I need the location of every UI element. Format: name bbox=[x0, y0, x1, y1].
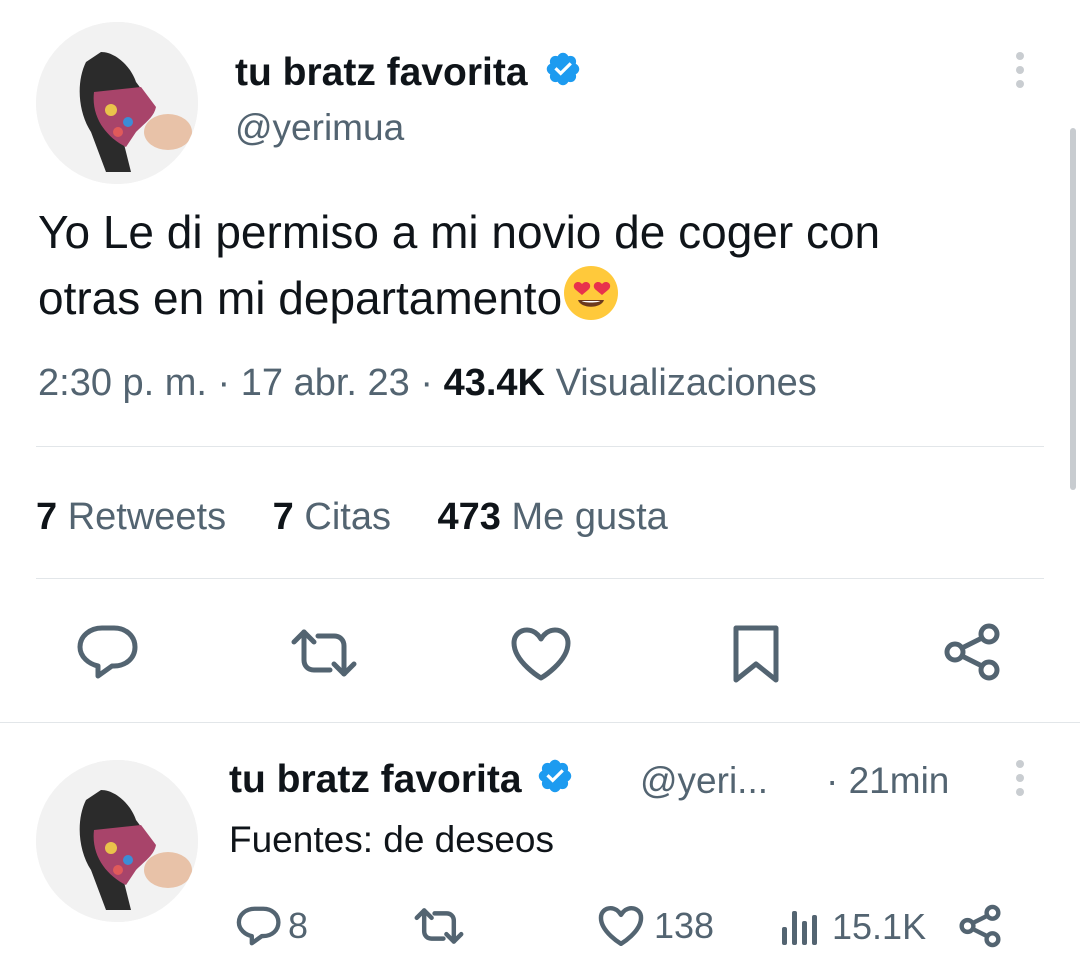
display-name[interactable]: tu bratz favorita bbox=[235, 50, 582, 99]
more-vertical-icon[interactable] bbox=[1014, 760, 1026, 796]
divider bbox=[36, 578, 1044, 579]
tweet-meta: 2:30 p. m. · 17 abr. 23 · 43.4K Visualiz… bbox=[38, 360, 817, 406]
retweets-stat[interactable]: 7 Retweets bbox=[36, 496, 226, 538]
separator: · bbox=[420, 362, 434, 404]
views-label[interactable]: Visualizaciones bbox=[556, 362, 817, 404]
tweet-date[interactable]: 17 abr. 23 bbox=[241, 362, 410, 404]
retweet-icon bbox=[413, 906, 465, 946]
handle[interactable]: @yerimua bbox=[235, 106, 404, 150]
like-button[interactable]: 138 bbox=[598, 905, 714, 947]
reply-display-name-text[interactable]: tu bratz favorita bbox=[229, 758, 522, 801]
share-icon[interactable] bbox=[958, 904, 1002, 948]
tweet-text-line-1: Yo Le di permiso a mi novio de coger con bbox=[38, 206, 881, 258]
divider bbox=[0, 722, 1080, 723]
reply-icon[interactable] bbox=[76, 622, 140, 682]
tweet-stats: 7 Retweets 7 Citas 473 Me gusta bbox=[36, 494, 704, 540]
views-button[interactable]: 15.1K bbox=[780, 906, 926, 948]
display-name-text[interactable]: tu bratz favorita bbox=[235, 51, 528, 94]
avatar[interactable] bbox=[36, 760, 198, 922]
retweets-count: 7 bbox=[36, 496, 58, 538]
divider bbox=[36, 446, 1044, 447]
quotes-stat[interactable]: 7 Citas bbox=[273, 496, 391, 538]
views-count: 43.4K bbox=[443, 362, 545, 404]
tweet-text-line-2-text: otras en mi departamento bbox=[38, 272, 563, 324]
reply-icon bbox=[236, 904, 282, 948]
retweet-button[interactable] bbox=[413, 906, 465, 946]
likes-count: 473 bbox=[437, 496, 501, 538]
views-bar-icon bbox=[780, 907, 822, 947]
bookmark-icon[interactable] bbox=[732, 624, 780, 684]
verified-badge-icon bbox=[536, 757, 574, 806]
reply-text: Fuentes: de deseos bbox=[229, 819, 554, 860]
tweet-time[interactable]: 2:30 p. m. bbox=[38, 362, 207, 404]
heart-icon[interactable] bbox=[510, 626, 572, 682]
reply-time[interactable]: · 21min bbox=[826, 759, 949, 803]
more-vertical-icon[interactable] bbox=[1014, 52, 1026, 88]
retweet-icon[interactable] bbox=[290, 626, 358, 680]
separator: · bbox=[217, 362, 231, 404]
reply-count-button[interactable]: 8 bbox=[236, 904, 308, 948]
quotes-count: 7 bbox=[272, 496, 294, 538]
like-count: 138 bbox=[654, 905, 715, 946]
retweets-label: Retweets bbox=[67, 496, 227, 538]
scrollbar[interactable] bbox=[1070, 128, 1076, 490]
verified-badge-icon bbox=[544, 50, 582, 99]
likes-stat[interactable]: 473 Me gusta bbox=[438, 496, 668, 538]
reply-handle[interactable]: @yeri... bbox=[640, 759, 768, 803]
reply-display-name[interactable]: tu bratz favorita bbox=[229, 757, 574, 806]
quotes-label: Citas bbox=[304, 496, 391, 538]
avatar[interactable] bbox=[36, 22, 198, 184]
tweet-text-line-2: otras en mi departamento bbox=[38, 264, 1048, 330]
emoji-heart-eyes bbox=[562, 264, 620, 322]
reply-count: 8 bbox=[288, 905, 309, 946]
likes-label: Me gusta bbox=[511, 496, 668, 538]
heart-icon bbox=[598, 905, 644, 947]
share-icon[interactable] bbox=[942, 622, 1002, 682]
views-count: 15.1K bbox=[832, 906, 927, 947]
tweet-text: Yo Le di permiso a mi novio de coger con… bbox=[38, 200, 1048, 330]
